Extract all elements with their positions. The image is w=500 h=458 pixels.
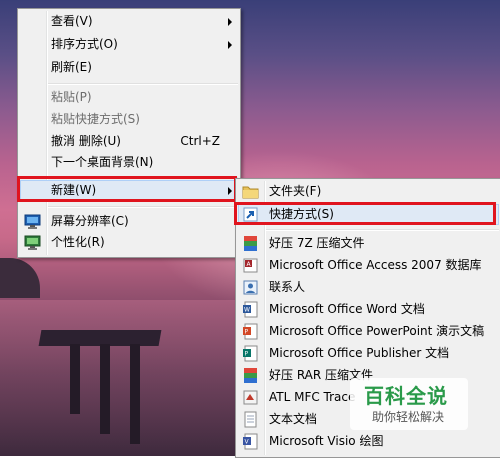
pier-post	[100, 344, 110, 434]
menu-separator	[48, 83, 238, 85]
menu-item-label: Microsoft Visio 绘图	[269, 434, 384, 448]
menu-item-refresh[interactable]: 刷新(E)	[20, 57, 238, 78]
submenu-item-visio[interactable]: V Microsoft Visio 绘图	[238, 431, 499, 452]
menu-item-screen-resolution[interactable]: 屏幕分辨率(C)	[20, 211, 238, 232]
contact-icon	[242, 279, 259, 296]
menu-separator	[48, 206, 238, 208]
menu-item-label: Microsoft Office Publisher 文档	[269, 346, 450, 360]
publisher-icon: P	[242, 345, 259, 362]
menu-item-label: 查看(V)	[51, 14, 93, 28]
folder-icon	[242, 183, 259, 200]
submenu-item-7z-archive[interactable]: 好压 7Z 压缩文件	[238, 233, 499, 254]
menu-item-label: 粘贴(P)	[51, 90, 92, 104]
submenu-arrow-icon	[228, 41, 232, 49]
atl-mfc-trace-icon	[242, 389, 259, 406]
menu-item-label: 个性化(R)	[51, 235, 105, 249]
rar-archive-icon	[242, 367, 259, 384]
menu-item-label: 好压 7Z 压缩文件	[269, 236, 365, 250]
menu-item-label: Microsoft Office Access 2007 数据库	[269, 258, 482, 272]
shore	[0, 258, 40, 298]
text-document-icon	[242, 411, 259, 428]
visio-icon: V	[242, 433, 259, 450]
word-document-icon: W	[242, 301, 259, 318]
menu-item-label: Microsoft Office PowerPoint 演示文稿	[269, 324, 485, 338]
menu-item-personalize[interactable]: 个性化(R)	[20, 232, 238, 253]
watermark-subtitle: 助你轻松解决	[372, 410, 445, 424]
powerpoint-icon: P	[242, 323, 259, 340]
submenu-arrow-icon	[228, 18, 232, 26]
menu-item-label: 联系人	[269, 280, 306, 294]
menu-item-label: Microsoft Office Word 文档	[269, 302, 425, 316]
menu-item-label: 屏幕分辨率(C)	[51, 214, 129, 228]
menu-item-label: 排序方式(O)	[51, 37, 118, 51]
menu-item-label: 文本文档	[269, 412, 318, 426]
7z-archive-icon	[242, 235, 259, 252]
menu-item-shortcut: Ctrl+Z	[180, 134, 220, 148]
menu-item-label: 下一个桌面背景(N)	[51, 155, 154, 169]
submenu-item-folder[interactable]: 文件夹(F)	[238, 181, 499, 202]
svg-text:W: W	[244, 307, 250, 314]
menu-item-undo-delete[interactable]: 撤消 删除(U) Ctrl+Z	[20, 131, 238, 152]
personalize-icon	[24, 234, 41, 251]
svg-text:P: P	[245, 329, 249, 336]
menu-item-paste-shortcut[interactable]: 粘贴快捷方式(S)	[20, 109, 238, 130]
watermark: 百科全说 助你轻松解决	[350, 378, 468, 430]
menu-item-label: ATL MFC Trace	[269, 390, 356, 404]
submenu-item-word-document[interactable]: W Microsoft Office Word 文档	[238, 299, 499, 320]
pier-post	[130, 344, 140, 444]
watermark-title: 百科全说	[364, 384, 448, 408]
menu-separator	[266, 229, 499, 231]
monitor-icon	[24, 213, 41, 230]
menu-item-label: 撤消 删除(U)	[51, 134, 121, 148]
menu-item-next-background[interactable]: 下一个桌面背景(N)	[20, 152, 238, 173]
desktop-context-menu: 查看(V) 排序方式(O) 刷新(E) 粘贴(P) 粘贴快捷方式(S) 撤消 删…	[17, 8, 241, 258]
highlight-box-new	[17, 176, 237, 202]
highlight-box-shortcut	[234, 202, 496, 225]
access-database-icon: A	[242, 257, 259, 274]
submenu-item-powerpoint[interactable]: P Microsoft Office PowerPoint 演示文稿	[238, 321, 499, 342]
menu-item-paste[interactable]: 粘贴(P)	[20, 87, 238, 108]
menu-item-label: 文件夹(F)	[269, 184, 322, 198]
menu-item-sort-by[interactable]: 排序方式(O)	[20, 34, 238, 55]
menu-item-view[interactable]: 查看(V)	[20, 11, 238, 32]
svg-text:P: P	[245, 351, 249, 358]
submenu-item-access-database[interactable]: A Microsoft Office Access 2007 数据库	[238, 255, 499, 276]
submenu-item-publisher[interactable]: P Microsoft Office Publisher 文档	[238, 343, 499, 364]
pier-post	[70, 344, 80, 414]
submenu-item-contact[interactable]: 联系人	[238, 277, 499, 298]
menu-item-label: 刷新(E)	[51, 60, 92, 74]
menu-item-label: 粘贴快捷方式(S)	[51, 112, 140, 126]
